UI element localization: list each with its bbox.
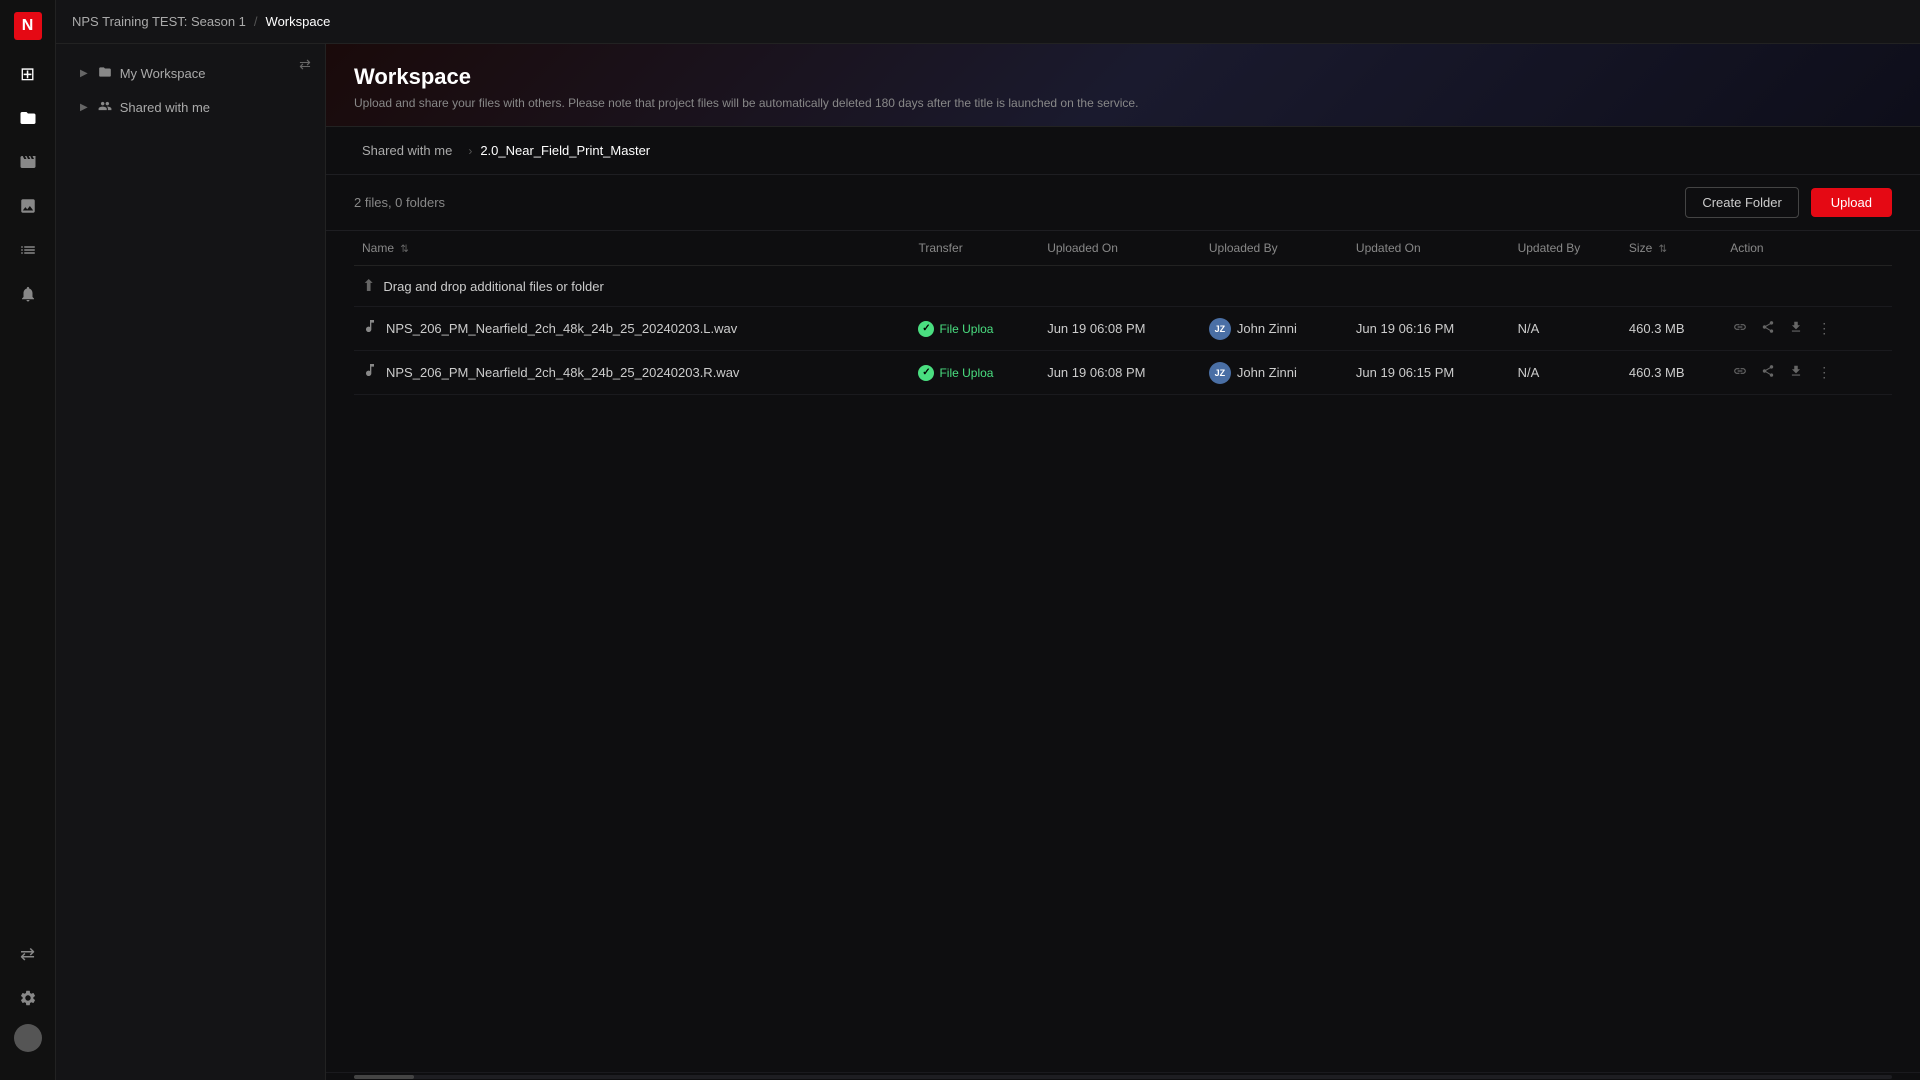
user-name-1: John Zinni — [1237, 365, 1297, 380]
transfer-label-1: File Uploa — [939, 366, 993, 380]
drag-drop-label: Drag and drop additional files or folder — [383, 279, 603, 294]
user-avatar-1: JZ — [1209, 362, 1231, 384]
sort-size-icon: ⇅ — [1659, 244, 1667, 255]
cell-name-1: NPS_206_PM_Nearfield_2ch_48k_24b_25_2024… — [354, 351, 910, 395]
file-table: Name ⇅ Transfer Uploaded On Uploaded By — [326, 231, 1920, 1072]
workspace-breadcrumb-nav: Shared with me › 2.0_Near_Field_Print_Ma… — [326, 127, 1920, 175]
col-updated-by[interactable]: Updated By — [1510, 231, 1621, 266]
main-area: NPS Training TEST: Season 1 / Workspace … — [56, 0, 1920, 1080]
more-icon-0[interactable]: ⋮ — [1814, 317, 1834, 340]
user-name-0: John Zinni — [1237, 321, 1297, 336]
file-name-0: NPS_206_PM_Nearfield_2ch_48k_24b_25_2024… — [386, 321, 737, 336]
cell-transfer-1: ✓ File Uploa — [910, 351, 1039, 395]
cell-action-0: ⋮ — [1722, 307, 1892, 351]
link-icon-0[interactable] — [1730, 317, 1750, 340]
sidebar-film-icon[interactable] — [10, 144, 46, 180]
download-icon-0[interactable] — [1786, 317, 1806, 340]
sidebar-expand-icon[interactable]: ⇄ — [10, 936, 46, 972]
toolbar: 2 files, 0 folders Create Folder Upload — [326, 175, 1920, 231]
col-size[interactable]: Size ⇅ — [1621, 231, 1722, 266]
narrow-sidebar: N ⊞ ⇄ — [0, 0, 56, 1080]
sidebar-home-icon[interactable]: ⊞ — [10, 56, 46, 92]
nav-item-my-workspace[interactable]: ▶ My Workspace — [64, 57, 317, 90]
file-count: 2 files, 0 folders — [354, 195, 445, 210]
audio-file-icon — [362, 318, 378, 339]
scroll-thumb — [354, 1075, 414, 1079]
cell-name-0: NPS_206_PM_Nearfield_2ch_48k_24b_25_2024… — [354, 307, 910, 351]
upload-icon: ⬆ — [362, 276, 375, 296]
breadcrumb-workspace: Workspace — [266, 14, 331, 29]
share-icon-0[interactable] — [1758, 317, 1778, 340]
col-transfer[interactable]: Transfer — [910, 231, 1039, 266]
cell-uploaded-by-0: JZ John Zinni — [1201, 307, 1348, 351]
workspace-nav-current: 2.0_Near_Field_Print_Master — [480, 143, 650, 158]
create-folder-button[interactable]: Create Folder — [1685, 187, 1798, 218]
cell-action-1: ⋮ — [1722, 351, 1892, 395]
cell-transfer-0: ✓ File Uploa — [910, 307, 1039, 351]
col-action: Action — [1722, 231, 1892, 266]
workspace-title: Workspace — [354, 64, 1892, 90]
col-updated-on[interactable]: Updated On — [1348, 231, 1510, 266]
bottom-scrollbar[interactable] — [326, 1072, 1920, 1080]
workspace-nav-root[interactable]: Shared with me — [354, 139, 460, 162]
audio-file-icon — [362, 362, 378, 383]
netflix-logo[interactable]: N — [14, 12, 42, 40]
workspace-header: Workspace Upload and share your files wi… — [326, 44, 1920, 127]
workspace-area: Workspace Upload and share your files wi… — [326, 44, 1920, 1080]
link-icon-1[interactable] — [1730, 361, 1750, 384]
nav-shared-label: Shared with me — [120, 100, 210, 115]
cell-updated-by-0: N/A — [1510, 307, 1621, 351]
cell-size-1: 460.3 MB — [1621, 351, 1722, 395]
workspace-nav-arrow: › — [468, 144, 472, 158]
expand-icon: ▶ — [80, 68, 88, 79]
nav-my-workspace-label: My Workspace — [120, 66, 206, 81]
cell-updated-on-1: Jun 19 06:15 PM — [1348, 351, 1510, 395]
sidebar-folder-icon[interactable] — [10, 100, 46, 136]
cell-size-0: 460.3 MB — [1621, 307, 1722, 351]
sidebar-list-icon[interactable] — [10, 232, 46, 268]
sort-name-icon: ⇅ — [400, 244, 408, 255]
sidebar-settings-icon[interactable] — [10, 980, 46, 1016]
download-icon-1[interactable] — [1786, 361, 1806, 384]
collapse-nav-button[interactable]: ⇄ — [293, 52, 317, 76]
table-row: NPS_206_PM_Nearfield_2ch_48k_24b_25_2024… — [354, 307, 1892, 351]
more-icon-1[interactable]: ⋮ — [1814, 361, 1834, 384]
cell-uploaded-on-1: Jun 19 06:08 PM — [1039, 351, 1201, 395]
workspace-subtitle: Upload and share your files with others.… — [354, 96, 1892, 110]
user-icon — [98, 99, 112, 116]
user-avatar[interactable] — [14, 1024, 42, 1052]
cell-uploaded-on-0: Jun 19 06:08 PM — [1039, 307, 1201, 351]
cell-uploaded-by-1: JZ John Zinni — [1201, 351, 1348, 395]
sidebar-image-icon[interactable] — [10, 188, 46, 224]
share-icon-1[interactable] — [1758, 361, 1778, 384]
transfer-check-icon: ✓ — [918, 321, 934, 337]
transfer-check-icon: ✓ — [918, 365, 934, 381]
file-name-1: NPS_206_PM_Nearfield_2ch_48k_24b_25_2024… — [386, 365, 739, 380]
sidebar-notifications-icon[interactable] — [10, 276, 46, 312]
col-name[interactable]: Name ⇅ — [354, 231, 910, 266]
left-nav: ⇄ ▶ My Workspace ▶ Shared with me — [56, 44, 326, 1080]
content-split: ⇄ ▶ My Workspace ▶ Shared with me Worksp… — [56, 44, 1920, 1080]
table-row: NPS_206_PM_Nearfield_2ch_48k_24b_25_2024… — [354, 351, 1892, 395]
folder-icon — [98, 65, 112, 82]
breadcrumb-project[interactable]: NPS Training TEST: Season 1 — [72, 14, 246, 29]
transfer-label-0: File Uploa — [939, 322, 993, 336]
user-avatar-0: JZ — [1209, 318, 1231, 340]
topbar: NPS Training TEST: Season 1 / Workspace — [56, 0, 1920, 44]
nav-item-shared-with-me[interactable]: ▶ Shared with me — [64, 91, 317, 124]
col-uploaded-on[interactable]: Uploaded On — [1039, 231, 1201, 266]
scroll-track — [354, 1075, 1892, 1079]
cell-updated-by-1: N/A — [1510, 351, 1621, 395]
breadcrumb-sep: / — [254, 14, 258, 29]
drag-drop-row[interactable]: ⬆ Drag and drop additional files or fold… — [354, 266, 1892, 307]
col-uploaded-by[interactable]: Uploaded By — [1201, 231, 1348, 266]
expand-icon-shared: ▶ — [80, 102, 88, 113]
cell-updated-on-0: Jun 19 06:16 PM — [1348, 307, 1510, 351]
upload-button[interactable]: Upload — [1811, 188, 1892, 217]
